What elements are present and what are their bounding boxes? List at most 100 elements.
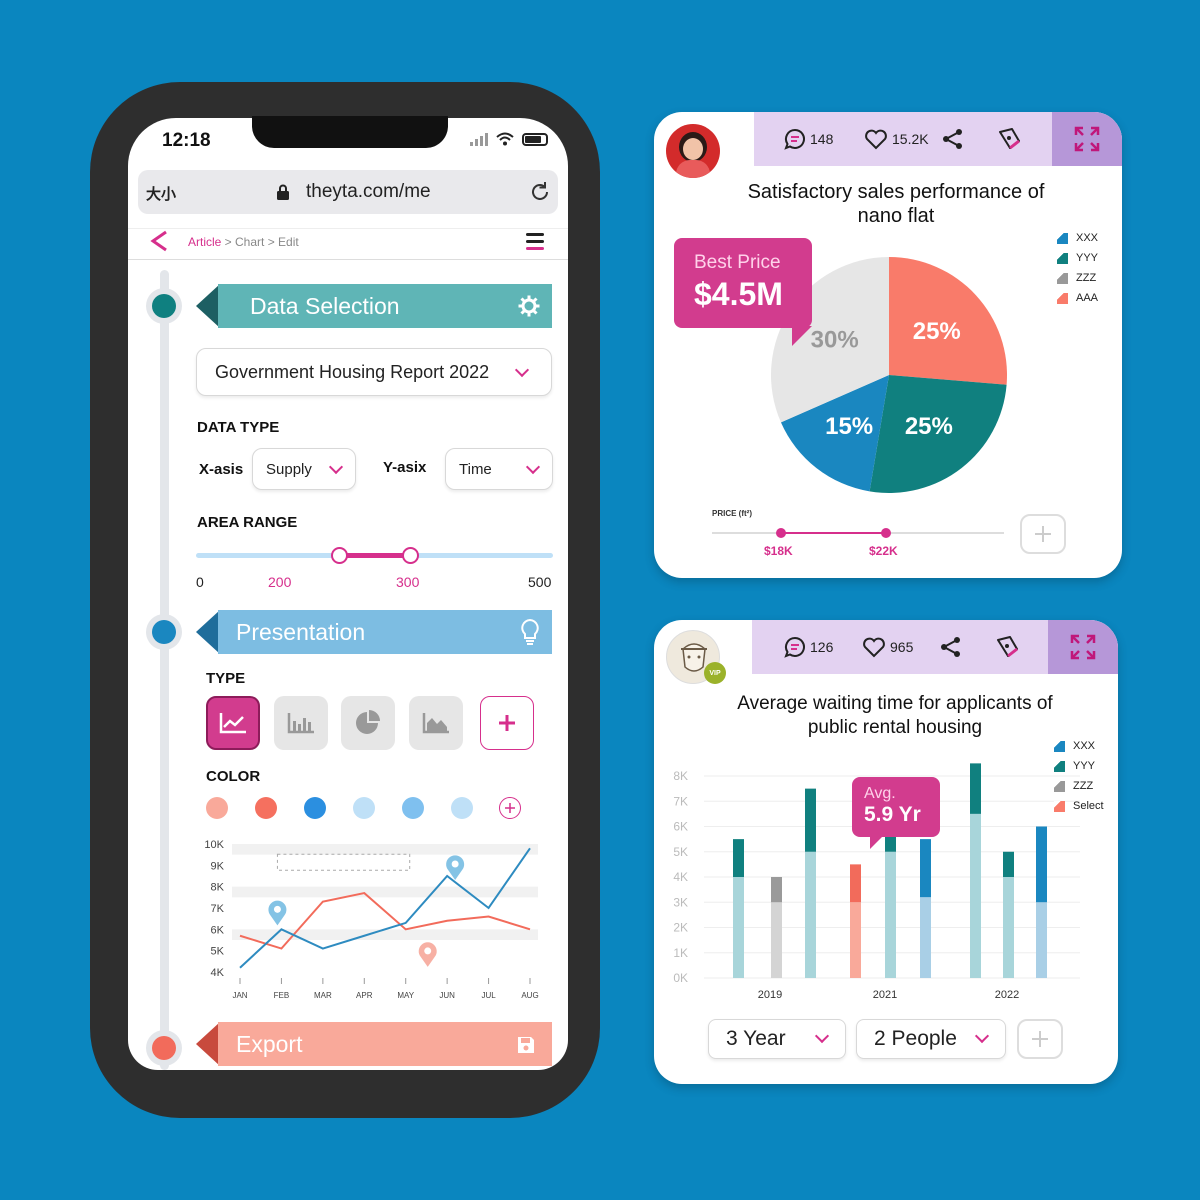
people-filter-select[interactable]: 2 People (856, 1019, 1006, 1059)
chart-title-line2: public rental housing (807, 717, 983, 738)
color-swatch[interactable] (304, 797, 326, 819)
area-range-slider[interactable] (196, 547, 553, 565)
step-dot-presentation (146, 614, 182, 650)
heart-icon (863, 637, 885, 658)
bar-top-segment[interactable] (850, 864, 861, 903)
chart-type-pie-button[interactable] (341, 696, 395, 750)
bar-top-segment[interactable] (970, 763, 981, 814)
x-axis-select[interactable]: Supply (252, 448, 356, 490)
share-icon[interactable] (939, 635, 963, 659)
pen-icon[interactable] (994, 634, 1020, 660)
bar-top-segment[interactable] (1003, 851, 1014, 877)
comment-icon (784, 636, 805, 658)
back-icon[interactable] (150, 230, 168, 252)
likes-stat[interactable]: 965 (862, 636, 913, 658)
bar-base-segment[interactable] (805, 851, 816, 978)
presentation-title: Presentation (218, 610, 552, 654)
grid-band (232, 844, 538, 855)
chart-type-bar-button[interactable] (274, 696, 328, 750)
bar-top-segment[interactable] (805, 788, 816, 852)
color-swatch[interactable] (255, 797, 277, 819)
legend-swatch (1054, 740, 1065, 752)
bar-top-segment[interactable] (771, 877, 782, 903)
x-tick-label: APR (356, 991, 373, 1000)
bar-top-segment[interactable] (920, 839, 931, 898)
price-label: PRICE (ft²) (712, 509, 752, 518)
bar-top-segment[interactable] (733, 839, 744, 877)
tooltip-label: Best Price (694, 252, 781, 273)
data-point-marker[interactable] (268, 900, 287, 926)
pen-icon[interactable] (996, 126, 1022, 152)
legend-item[interactable]: XXX (1057, 228, 1098, 248)
price-handle-high[interactable] (881, 528, 891, 538)
share-icon[interactable] (941, 127, 965, 151)
legend-item[interactable]: ZZZ (1057, 268, 1098, 288)
years-filter-value: 3 Year (726, 1027, 786, 1050)
chart-type-line-button[interactable] (206, 696, 260, 750)
bar-base-segment[interactable] (920, 897, 931, 978)
avatar[interactable] (666, 124, 720, 178)
line-chart: 10K 9K 8K 7K 6K 5K 4K JAN FEB MAR APR MAY JUN JUL AUG (204, 839, 538, 1000)
hamburger-menu-icon[interactable] (526, 233, 544, 254)
save-icon[interactable] (516, 1035, 536, 1055)
data-point-marker[interactable] (418, 942, 437, 967)
legend-item[interactable]: ZZZ (1054, 776, 1104, 796)
comments-stat[interactable]: 126 (784, 636, 833, 658)
url-text[interactable]: theyta.com/me (306, 181, 431, 203)
color-swatch[interactable] (402, 797, 424, 819)
legend-item[interactable]: AAA (1057, 288, 1098, 308)
color-swatch[interactable] (206, 797, 228, 819)
legend-item[interactable]: YYY (1057, 248, 1098, 268)
legend-item[interactable]: Select (1054, 796, 1104, 816)
gear-icon[interactable] (518, 295, 540, 317)
bar-base-segment[interactable] (885, 851, 896, 978)
expand-icon (1074, 126, 1100, 152)
comments-stat[interactable]: 148 (784, 128, 833, 150)
chart-type-area-button[interactable] (409, 696, 463, 750)
range-low-value: 200 (268, 574, 292, 590)
bar-base-segment[interactable] (1036, 902, 1047, 978)
add-color-button[interactable] (499, 797, 521, 819)
legend-swatch (1054, 800, 1065, 812)
expand-button[interactable] (1048, 620, 1118, 674)
bar-base-segment[interactable] (771, 902, 782, 978)
bar-base-segment[interactable] (733, 877, 744, 978)
text-size-button[interactable]: 大小 (146, 183, 176, 204)
slider-handle-low[interactable] (330, 547, 348, 564)
y-tick-label: 8K (673, 769, 688, 783)
legend-item[interactable]: XXX (1054, 736, 1104, 756)
bar-base-segment[interactable] (850, 902, 861, 978)
plus-icon (499, 715, 515, 731)
likes-stat[interactable]: 15.2K (864, 128, 929, 150)
expand-button[interactable] (1052, 112, 1122, 166)
add-chart-type-button[interactable] (480, 696, 534, 750)
bar-base-segment[interactable] (970, 813, 981, 978)
bar-top-segment[interactable] (1036, 826, 1047, 903)
x-tick-label: 2019 (758, 989, 782, 1001)
pie-legend: XXX YYY ZZZ AAA (1057, 228, 1098, 308)
legend-label: YYY (1076, 252, 1099, 264)
legend-item[interactable]: YYY (1054, 756, 1104, 776)
add-button[interactable] (1020, 514, 1066, 554)
slider-handle-high[interactable] (402, 547, 420, 564)
y-tick-label: 8K (211, 882, 225, 894)
years-filter-select[interactable]: 3 Year (708, 1019, 846, 1059)
breadcrumb-article-link[interactable]: Article (188, 235, 221, 249)
dataset-select[interactable]: Government Housing Report 2022 (196, 348, 552, 396)
likes-count: 965 (890, 639, 914, 655)
legend-label: YYY (1073, 760, 1096, 772)
best-price-tooltip: Best Price $4.5M (674, 238, 812, 346)
y-axis-select[interactable]: Time (445, 448, 553, 490)
status-icons (470, 132, 548, 146)
color-swatch[interactable] (353, 797, 375, 819)
legend-swatch (1054, 760, 1065, 772)
lightbulb-icon[interactable] (520, 618, 540, 646)
series-line-red (239, 891, 531, 950)
color-swatch[interactable] (451, 797, 473, 819)
data-selection-title: Data Selection (218, 284, 552, 328)
bar-base-segment[interactable] (1003, 877, 1014, 978)
add-button[interactable] (1017, 1019, 1063, 1059)
reload-icon[interactable] (529, 181, 551, 203)
price-handle-low[interactable] (776, 528, 786, 538)
legend-swatch (1057, 252, 1068, 264)
